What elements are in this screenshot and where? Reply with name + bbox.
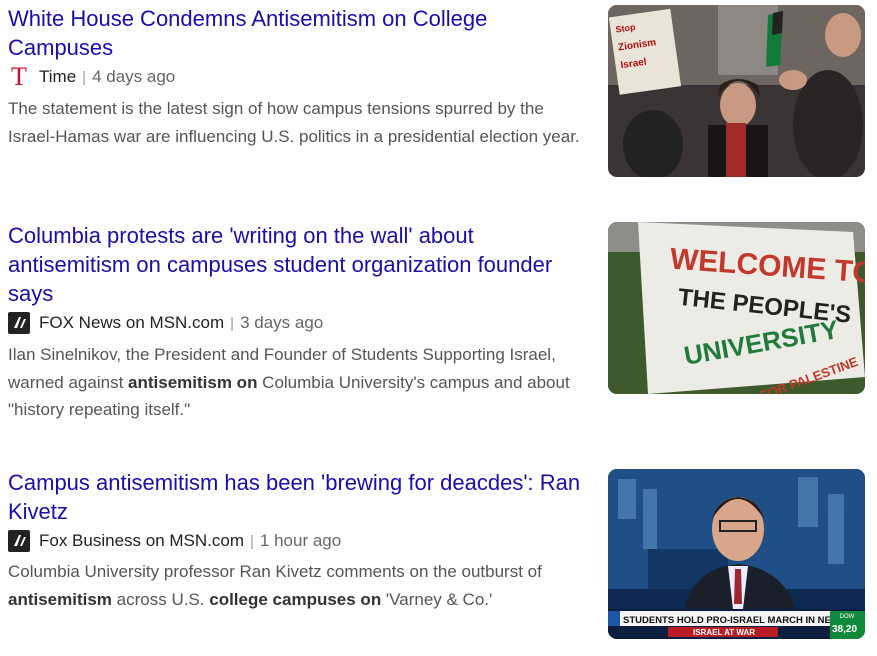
svg-text:STUDENTS HOLD PRO-ISRAEL MARCH: STUDENTS HOLD PRO-ISRAEL MARCH IN NEW YO… [623, 615, 865, 626]
svg-text:DOW: DOW [840, 614, 855, 620]
svg-text:38,20: 38,20 [832, 624, 857, 635]
article-source: Fox Business on MSN.com | 1 hour ago [8, 529, 341, 553]
news-item: Campus antisemitism has been 'brewing fo… [0, 0, 877, 656]
svg-text:ISRAEL AT WAR: ISRAEL AT WAR [693, 628, 755, 637]
article-thumbnail[interactable]: STUDENTS HOLD PRO-ISRAEL MARCH IN NEW YO… [608, 469, 865, 639]
msn-publisher-icon [8, 530, 30, 552]
timestamp: 1 hour ago [259, 531, 342, 550]
tv-interview-photo: STUDENTS HOLD PRO-ISRAEL MARCH IN NEW YO… [608, 469, 865, 639]
article-title[interactable]: Campus antisemitism has been 'brewing fo… [8, 468, 588, 526]
article-snippet: Columbia University professor Ran Kivetz… [8, 562, 542, 609]
separator: | [250, 532, 254, 550]
source-name[interactable]: Fox Business on MSN.com [39, 531, 244, 551]
